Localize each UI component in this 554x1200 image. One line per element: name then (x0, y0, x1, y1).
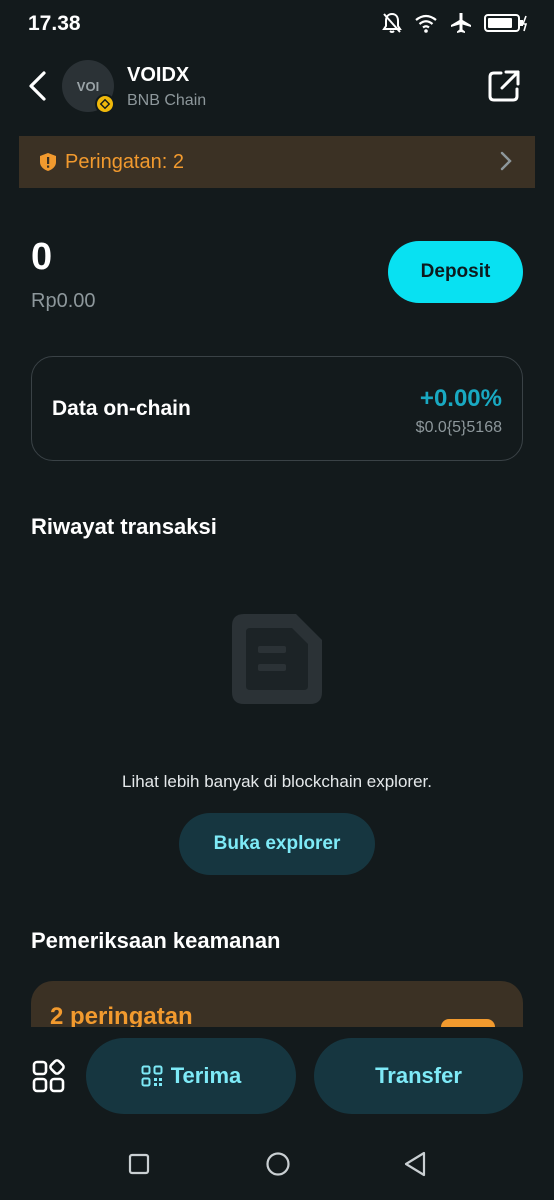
deposit-button[interactable]: Deposit (388, 241, 523, 303)
price-change: +0.00% (419, 385, 502, 412)
chevron-left-icon (29, 71, 46, 101)
transfer-button[interactable]: Transfer (314, 1038, 523, 1114)
empty-document-icon (232, 614, 322, 704)
token-price: $0.0{5}5168 (415, 419, 502, 436)
balance-fiat: Rp0.00 (31, 290, 96, 312)
qr-code-icon (141, 1065, 163, 1087)
recent-apps-icon[interactable] (128, 1153, 150, 1175)
open-explorer-button[interactable]: Buka explorer (179, 813, 375, 875)
apps-grid-icon (32, 1059, 65, 1093)
apps-button[interactable] (31, 1058, 67, 1094)
token-chain: BNB Chain (127, 92, 207, 109)
onchain-data-card[interactable]: Data on-chain +0.00% $0.0{5}5168 (31, 356, 523, 461)
security-warning-count: 2 peringatan (50, 1003, 193, 1027)
airplane-icon (451, 13, 471, 33)
battery-icon (484, 14, 528, 32)
empty-history-text: Lihat lebih banyak di blockchain explore… (122, 772, 432, 791)
security-warning-badge (441, 1019, 495, 1027)
history-title: Riwayat transaksi (31, 514, 217, 539)
token-name: VOIDX (127, 64, 190, 86)
shield-alert-icon (40, 153, 56, 171)
share-external-button[interactable] (486, 68, 522, 104)
wifi-icon (415, 14, 437, 33)
back-button[interactable] (22, 66, 52, 106)
external-link-icon (488, 70, 520, 102)
status-icons (382, 12, 528, 34)
onchain-title: Data on-chain (52, 397, 191, 420)
receive-button[interactable]: Terima (86, 1038, 296, 1114)
balance-amount: 0 (31, 236, 53, 278)
security-title: Pemeriksaan keamanan (31, 928, 281, 953)
chevron-right-icon (500, 151, 512, 171)
nav-back-icon[interactable] (402, 1150, 428, 1178)
home-icon[interactable] (265, 1151, 291, 1177)
receive-label: Terima (170, 1063, 242, 1088)
warning-text: Peringatan: 2 (65, 150, 184, 173)
warning-banner[interactable]: Peringatan: 2 (19, 136, 535, 188)
bell-off-icon (382, 12, 402, 33)
status-time: 17.38 (28, 12, 81, 35)
security-warning-card[interactable]: 2 peringatan (31, 981, 523, 1027)
bnb-chain-icon (95, 94, 115, 114)
